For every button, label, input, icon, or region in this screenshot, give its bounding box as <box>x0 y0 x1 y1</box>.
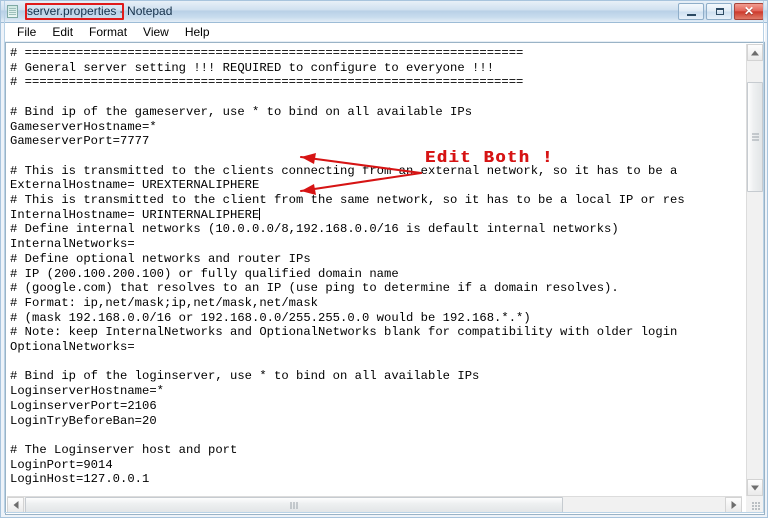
horizontal-scrollbar[interactable] <box>7 496 742 513</box>
editor-line: LoginserverHostname=* <box>10 384 165 399</box>
window-title: server.properties - Notepad <box>27 4 172 18</box>
notepad-document-icon <box>7 5 20 19</box>
editor-line: InternalNetworks= <box>10 237 135 252</box>
scroll-up-button[interactable] <box>747 44 763 61</box>
window-title-filename: server.properties <box>27 4 117 18</box>
editor-line: # Define internal networks (10.0.0.0/8,1… <box>10 222 619 237</box>
chevron-down-icon <box>751 485 759 490</box>
notepad-window: server.properties - Notepad ✕ File Edit … <box>0 0 768 518</box>
window-title-suffix: - Notepad <box>116 4 173 18</box>
editor-line: LoginPort=9014 <box>10 457 113 472</box>
editor-line: # General server setting !!! REQUIRED to… <box>10 60 495 75</box>
horizontal-scroll-thumb[interactable] <box>25 497 563 513</box>
menu-item-view[interactable]: View <box>135 24 177 40</box>
vertical-scroll-thumb[interactable] <box>747 82 763 192</box>
menu-item-format[interactable]: Format <box>81 24 135 40</box>
editor-line: # IP (200.100.200.100) or fully qualifie… <box>10 266 399 281</box>
text-caret <box>259 207 261 220</box>
editor-line: # Format: ip,net/mask;ip,net/mask,net/ma… <box>10 295 319 310</box>
grip-icon <box>290 502 298 509</box>
menu-item-file[interactable]: File <box>9 24 44 40</box>
chevron-right-icon <box>731 501 736 509</box>
editor-line: LoginserverPort=2106 <box>10 398 157 413</box>
editor-line: # Bind ip of the gameserver, use * to bi… <box>10 104 473 119</box>
editor-line: # Note: keep InternalNetworks and Option… <box>10 325 678 340</box>
maximize-button[interactable] <box>706 3 732 20</box>
editor-line: LoginTryBeforeBan=20 <box>10 413 157 428</box>
close-button[interactable]: ✕ <box>734 3 764 20</box>
editor-line: # ======================================… <box>10 75 524 90</box>
chevron-up-icon <box>751 50 759 55</box>
scroll-right-button[interactable] <box>725 497 742 513</box>
text-editor[interactable]: # ======================================… <box>7 44 742 496</box>
editor-line: # This is transmitted to the clients con… <box>10 163 678 178</box>
editor-line: GameserverPort=7777 <box>10 134 150 149</box>
editor-line: # ======================================… <box>10 46 524 60</box>
editor-line: ExternalHostname= UREXTERNALIPHERE <box>10 178 260 193</box>
menu-item-help[interactable]: Help <box>177 24 218 40</box>
chevron-left-icon <box>13 501 18 509</box>
editor-line: # (google.com) that resolves to an IP (u… <box>10 281 619 296</box>
editor-line: OptionalNetworks= <box>10 340 135 354</box>
scroll-down-button[interactable] <box>747 479 763 496</box>
editor-line: # Bind ip of the loginserver, use * to b… <box>10 369 480 384</box>
editor-line: GameserverHostname=* <box>10 119 157 134</box>
minimize-icon <box>687 14 696 16</box>
editor-line: InternalHostname= URINTERNALIPHERE <box>10 207 261 222</box>
editor-line: LoginHost=127.0.0.1 <box>10 472 150 487</box>
minimize-button[interactable] <box>678 3 704 20</box>
grip-icon <box>752 133 759 141</box>
editor-line: # The Loginserver host and port <box>10 442 238 457</box>
editor-line: # This is transmitted to the client from… <box>10 193 685 207</box>
resize-grip[interactable] <box>746 496 763 513</box>
maximize-icon <box>716 8 724 15</box>
editor-client-area: # ======================================… <box>5 42 765 515</box>
menu-item-edit[interactable]: Edit <box>44 24 81 40</box>
caption-buttons: ✕ <box>678 3 764 20</box>
close-icon: ✕ <box>743 4 755 18</box>
menu-bar: File Edit Format View Help <box>5 23 765 42</box>
scroll-left-button[interactable] <box>7 497 24 513</box>
title-bar[interactable]: server.properties - Notepad ✕ <box>1 1 767 23</box>
editor-line: # Define optional networks and router IP… <box>10 251 311 266</box>
editor-line: # (mask 192.168.0.0/16 or 192.168.0.0/25… <box>10 310 531 325</box>
vertical-scrollbar[interactable] <box>746 44 763 496</box>
